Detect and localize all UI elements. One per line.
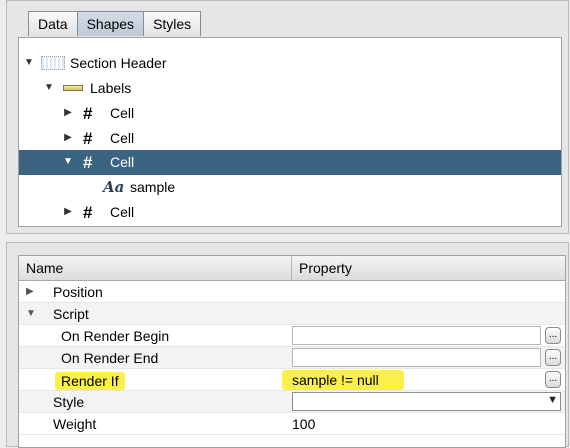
property-name: Render If — [55, 372, 125, 390]
style-dropdown[interactable]: ▼ — [292, 392, 561, 411]
tree-node-cell[interactable]: ▶ # Cell — [19, 200, 561, 225]
property-name: Weight — [53, 416, 97, 432]
property-row-render-if[interactable]: Render If sample != null ... — [19, 369, 565, 391]
tree-label: Cell — [110, 154, 135, 170]
cell-grid-icon: # — [83, 129, 93, 148]
weight-value[interactable]: 100 — [292, 416, 315, 432]
tree-label: Section Header — [70, 55, 167, 71]
collapse-arrow-icon[interactable]: ▼ — [23, 57, 35, 69]
text-field-icon: Aa — [103, 178, 125, 196]
property-grid: Name Property ▶ Position ▼ Script On Ren… — [18, 255, 566, 448]
expand-arrow-icon[interactable]: ▶ — [62, 107, 74, 119]
column-header-name[interactable]: Name — [19, 256, 292, 280]
section-header-icon — [41, 54, 65, 73]
property-name: Position — [53, 284, 103, 300]
tree-node-labels[interactable]: ▼ Labels — [19, 76, 561, 101]
cell-grid-icon: # — [83, 104, 93, 123]
shape-tree: ▼ Section Header ▼ Labels ▶ # Cell ▶ # C… — [18, 37, 562, 227]
tree-node-cell[interactable]: ▶ # Cell — [19, 101, 561, 126]
property-row-weight[interactable]: Weight 100 — [19, 413, 565, 435]
labels-icon — [63, 79, 85, 98]
property-row-style[interactable]: Style ▼ — [19, 391, 565, 413]
on-render-begin-input[interactable] — [292, 326, 541, 345]
property-row-script[interactable]: ▼ Script — [19, 303, 565, 325]
expand-arrow-icon[interactable]: ▶ — [26, 286, 34, 298]
property-name: On Render Begin — [61, 328, 170, 344]
ellipsis-button[interactable]: ... — [545, 327, 561, 344]
grid-header: Name Property — [19, 256, 565, 281]
tree-node-sample[interactable]: Aa sample — [19, 175, 561, 200]
shapes-panel: Data Shapes Styles ▼ Section Header ▼ La… — [6, 0, 569, 234]
collapse-arrow-icon[interactable]: ▼ — [62, 156, 74, 168]
tree-label: Cell — [110, 105, 135, 121]
column-header-property[interactable]: Property — [292, 256, 565, 280]
property-name: Style — [53, 394, 85, 410]
tree-node-cell[interactable]: ▶ # Cell — [19, 126, 561, 151]
tree-node-cell-selected[interactable]: ▼ # Cell — [19, 150, 561, 175]
on-render-end-input[interactable] — [292, 348, 541, 367]
render-if-value[interactable]: sample != null — [292, 372, 379, 388]
cell-grid-icon: # — [83, 203, 93, 222]
chevron-down-icon[interactable]: ▼ — [547, 394, 558, 406]
tree-label: sample — [130, 179, 176, 195]
collapse-arrow-icon[interactable]: ▼ — [43, 82, 55, 94]
tree-label: Labels — [90, 80, 132, 96]
property-row-on-render-end[interactable]: On Render End ... — [19, 347, 565, 369]
expand-arrow-icon[interactable]: ▶ — [62, 206, 74, 218]
tree-node-section-header[interactable]: ▼ Section Header — [19, 51, 561, 76]
tree-label: Cell — [110, 204, 135, 220]
ellipsis-button[interactable]: ... — [545, 349, 561, 366]
ellipsis-button[interactable]: ... — [545, 371, 561, 388]
cell-grid-icon: # — [83, 153, 93, 172]
properties-panel: Name Property ▶ Position ▼ Script On Ren… — [6, 242, 569, 448]
collapse-arrow-icon[interactable]: ▼ — [26, 308, 36, 320]
property-name: On Render End — [61, 350, 159, 366]
tab-data[interactable]: Data — [28, 11, 78, 36]
expand-arrow-icon[interactable]: ▶ — [62, 132, 74, 144]
property-row-on-render-begin[interactable]: On Render Begin ... — [19, 325, 565, 347]
property-name: Script — [53, 306, 89, 322]
tab-styles[interactable]: Styles — [143, 11, 202, 36]
property-row-position[interactable]: ▶ Position — [19, 281, 565, 303]
tree-label: Cell — [110, 130, 135, 146]
tab-bar: Data Shapes Styles — [28, 11, 202, 37]
tab-shapes[interactable]: Shapes — [76, 11, 145, 36]
